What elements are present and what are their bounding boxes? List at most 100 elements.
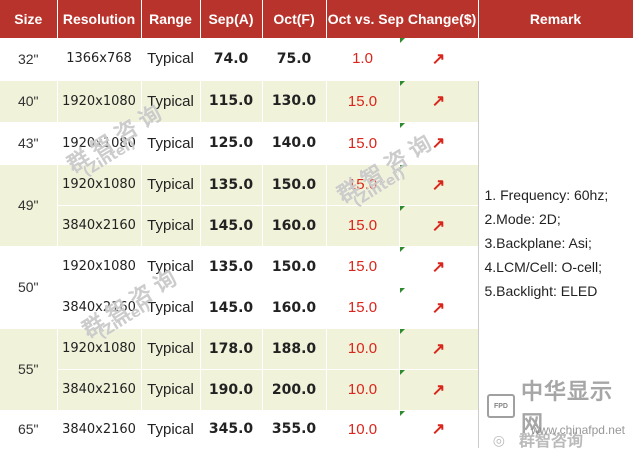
range-cell: Typical [141, 38, 201, 81]
sep-cell: 115.0 [200, 80, 263, 123]
oct-cell: 355.0 [262, 410, 327, 449]
range-cell: Typical [141, 80, 201, 123]
sep-cell: 135.0 [200, 246, 263, 288]
change-cell: 1.0 [326, 38, 400, 81]
marker-triangle-icon [399, 205, 405, 211]
range-cell: Typical [141, 205, 201, 247]
marker-triangle-icon [399, 328, 405, 334]
change-cell: 15.0 [326, 80, 400, 123]
trend-cell: ↗ [399, 164, 479, 206]
logo-account: 群智咨询 [518, 433, 583, 450]
header-remark: Remark [478, 0, 633, 38]
size-cell: 50" [0, 246, 58, 329]
sep-cell: 125.0 [200, 122, 263, 165]
arrow-up-right-icon: ↗ [431, 258, 446, 276]
sep-cell: 135.0 [200, 164, 263, 206]
size-cell: 32" [0, 38, 58, 81]
marker-triangle-icon [399, 80, 405, 86]
oct-cell: 160.0 [262, 205, 327, 247]
trend-cell: ↗ [399, 122, 479, 165]
marker-triangle-icon [399, 38, 405, 43]
range-cell: Typical [141, 122, 201, 165]
marker-triangle-icon [399, 287, 405, 293]
header-oct: Oct(F) [262, 0, 327, 38]
wechat-icon: ◎ [492, 432, 505, 448]
range-cell: Typical [141, 287, 201, 329]
size-cell: 40" [0, 80, 58, 123]
resolution-cell: 3840x2160 [57, 287, 142, 329]
sep-cell: 145.0 [200, 205, 263, 247]
arrow-up-right-icon: ↗ [431, 340, 446, 358]
trend-cell: ↗ [399, 246, 479, 288]
change-cell: 15.0 [326, 122, 400, 165]
table-row: 32" 1366x768 Typical 74.0 75.0 1.0 ↗ 1. … [0, 38, 633, 449]
header-change: Oct vs. Sep Change($) [326, 0, 479, 38]
oct-cell: 150.0 [262, 164, 327, 206]
range-cell: Typical [141, 246, 201, 288]
marker-triangle-icon [399, 410, 405, 416]
remark-line: 1. Frequency: 60hz; [484, 186, 609, 203]
oct-cell: 140.0 [262, 122, 327, 165]
arrow-up-right-icon: ↗ [431, 299, 446, 317]
trend-cell: ↗ [399, 205, 479, 247]
oct-cell: 188.0 [262, 328, 327, 370]
header-sep: Sep(A) [200, 0, 263, 38]
resolution-cell: 1920x1080 [57, 122, 142, 165]
range-cell: Typical [141, 164, 201, 206]
resolution-cell: 1920x1080 [57, 80, 142, 123]
sep-cell: 74.0 [200, 38, 263, 81]
header-size: Size [0, 0, 58, 38]
header-resolution: Resolution [57, 0, 142, 38]
arrow-up-right-icon: ↗ [431, 381, 446, 399]
sep-cell: 345.0 [200, 410, 263, 449]
range-cell: Typical [141, 410, 201, 449]
header-range: Range [141, 0, 201, 38]
trend-cell: ↗ [399, 38, 479, 81]
change-cell: 15.0 [326, 164, 400, 206]
change-cell: 10.0 [326, 369, 400, 411]
remark-line: 2.Mode: 2D; [484, 210, 561, 227]
sep-cell: 190.0 [200, 369, 263, 411]
oct-cell: 150.0 [262, 246, 327, 288]
resolution-cell: 1366x768 [57, 38, 142, 81]
trend-cell: ↗ [399, 328, 479, 370]
arrow-up-right-icon: ↗ [431, 421, 446, 438]
range-cell: Typical [141, 369, 201, 411]
marker-triangle-icon [399, 122, 405, 128]
oct-cell: 75.0 [262, 38, 327, 81]
marker-triangle-icon [399, 164, 405, 170]
change-cell: 15.0 [326, 287, 400, 329]
site-logo: FPD 中华显示网 [487, 380, 627, 437]
resolution-cell: 1920x1080 [57, 164, 142, 206]
size-cell: 65" [0, 410, 58, 449]
change-cell: 15.0 [326, 205, 400, 247]
remark-line: 5.Backlight: ELED [484, 282, 598, 299]
resolution-cell: 3840x2160 [57, 369, 142, 411]
arrow-up-right-icon: ↗ [431, 176, 446, 194]
arrow-up-right-icon: ↗ [431, 217, 446, 235]
size-cell: 49" [0, 164, 58, 247]
oct-cell: 160.0 [262, 287, 327, 329]
sep-cell: 178.0 [200, 328, 263, 370]
trend-cell: ↗ [399, 287, 479, 329]
marker-triangle-icon [399, 246, 405, 252]
oct-cell: 130.0 [262, 80, 327, 123]
resolution-cell: 3840x2160 [57, 205, 142, 247]
trend-cell: ↗ [399, 80, 479, 123]
sep-cell: 145.0 [200, 287, 263, 329]
arrow-up-right-icon: ↗ [431, 135, 446, 152]
change-cell: 15.0 [326, 246, 400, 288]
oct-cell: 200.0 [262, 369, 327, 411]
change-cell: 10.0 [326, 328, 400, 370]
arrow-up-right-icon: ↗ [431, 50, 446, 68]
trend-cell: ↗ [399, 410, 479, 449]
size-cell: 43" [0, 122, 58, 165]
remark-line: 4.LCM/Cell: O-cell; [484, 258, 602, 275]
arrow-up-right-icon: ↗ [431, 93, 446, 110]
resolution-cell: 3840x2160 [57, 410, 142, 449]
fpd-logo-icon: FPD [487, 394, 515, 418]
resolution-cell: 1920x1080 [57, 246, 142, 288]
trend-cell: ↗ [399, 369, 479, 411]
remark-line: 3.Backplane: Asi; [484, 234, 592, 251]
header-row: Size Resolution Range Sep(A) Oct(F) Oct … [0, 0, 633, 38]
